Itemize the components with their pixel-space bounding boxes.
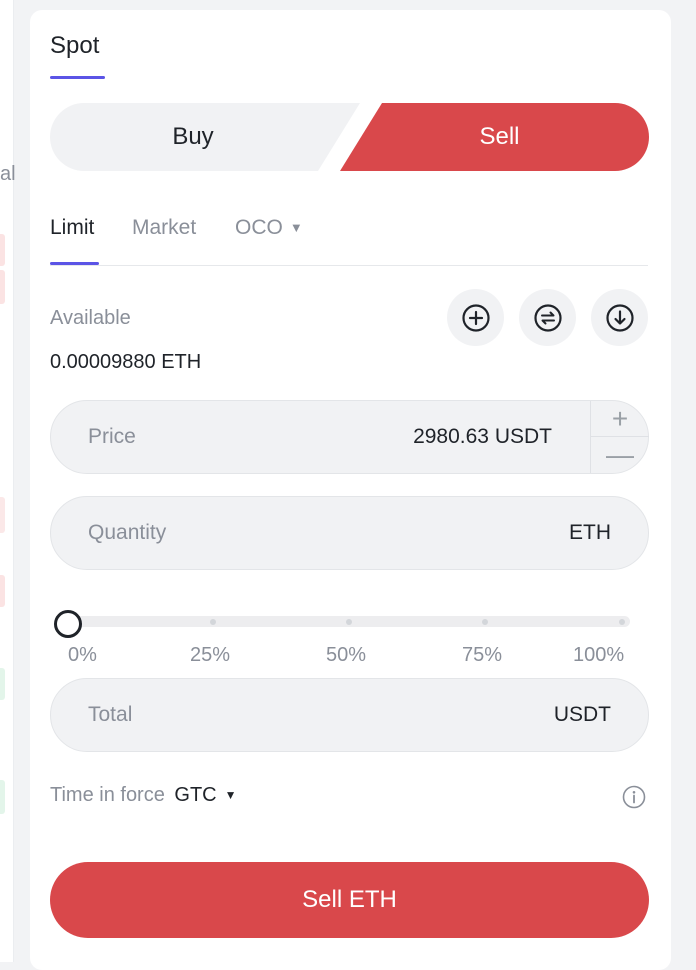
minus-icon: — — [606, 439, 634, 470]
total-input[interactable]: Total USDT — [50, 678, 649, 752]
tab-limit[interactable]: Limit — [50, 216, 94, 240]
sell-button[interactable]: Sell — [340, 103, 649, 171]
truncated-label: al — [0, 163, 16, 185]
slider-mark-25: 25% — [190, 644, 231, 666]
slider-mark-50: 50% — [326, 644, 367, 666]
price-input[interactable]: Price 2980.63 USDT + — — [50, 400, 649, 474]
slider-step-25[interactable] — [210, 619, 216, 625]
sell-eth-button[interactable]: Sell ETH — [50, 862, 649, 938]
withdraw-button[interactable] — [591, 289, 648, 346]
price-stepper: + — — [590, 401, 649, 473]
orderbook-buy-marker — [0, 780, 5, 814]
time-in-force-selector[interactable]: Time in force GTC ▼ — [50, 784, 237, 807]
price-increment-button[interactable]: + — [591, 401, 649, 437]
orderbook-buy-marker — [0, 668, 5, 700]
swap-circle-icon — [533, 303, 562, 332]
quantity-input[interactable]: Quantity ETH — [50, 496, 649, 570]
slider-mark-100: 100% — [573, 644, 625, 666]
download-circle-icon — [605, 303, 634, 332]
available-label: Available — [50, 307, 131, 329]
slider-handle[interactable] — [54, 610, 82, 638]
caret-down-icon[interactable]: ▼ — [225, 788, 237, 802]
slider-mark-75: 75% — [462, 644, 503, 666]
total-label: Total — [88, 703, 133, 726]
orderbook-sell-marker — [0, 234, 5, 266]
info-icon[interactable] — [622, 785, 646, 809]
transfer-button[interactable] — [519, 289, 576, 346]
tab-spot-indicator — [50, 76, 105, 79]
orderbook-sell-marker — [0, 497, 5, 533]
quantity-unit: ETH — [569, 521, 611, 544]
available-balance: 0.00009880 ETH — [50, 351, 202, 373]
tab-market[interactable]: Market — [132, 216, 196, 240]
price-decrement-button[interactable]: — — [591, 437, 649, 473]
tab-spot[interactable]: Spot — [50, 32, 99, 60]
plus-icon: + — [611, 402, 629, 434]
price-label: Price — [88, 425, 136, 448]
tab-limit-indicator — [50, 262, 99, 265]
price-value[interactable]: 2980.63 USDT — [413, 425, 552, 449]
order-type-tabs: Limit Market OCO ▼ — [50, 216, 648, 266]
orderbook-sell-marker — [0, 575, 5, 607]
time-in-force-value[interactable]: GTC — [174, 784, 216, 806]
trade-panel: Spot Buy Sell Limit Market OCO ▼ Availabl… — [30, 10, 671, 970]
tab-oco-label: OCO — [235, 216, 283, 239]
slider-mark-0: 0% — [68, 644, 97, 666]
plus-circle-icon — [461, 303, 490, 332]
buy-button[interactable]: Buy — [50, 103, 370, 171]
tab-oco[interactable]: OCO ▼ — [235, 216, 303, 240]
slider-step-100[interactable] — [619, 619, 625, 625]
total-unit: USDT — [553, 703, 611, 726]
caret-down-icon: ▼ — [289, 220, 303, 235]
time-in-force-label: Time in force — [50, 784, 165, 806]
orderbook-sell-marker — [0, 270, 5, 304]
left-panel-edge: al — [0, 0, 16, 962]
slider-step-75[interactable] — [482, 619, 488, 625]
slider-step-50[interactable] — [346, 619, 352, 625]
amount-slider[interactable]: 0% 25% 50% 75% 100% — [50, 606, 648, 666]
deposit-button[interactable] — [447, 289, 504, 346]
quantity-label: Quantity — [88, 521, 167, 544]
